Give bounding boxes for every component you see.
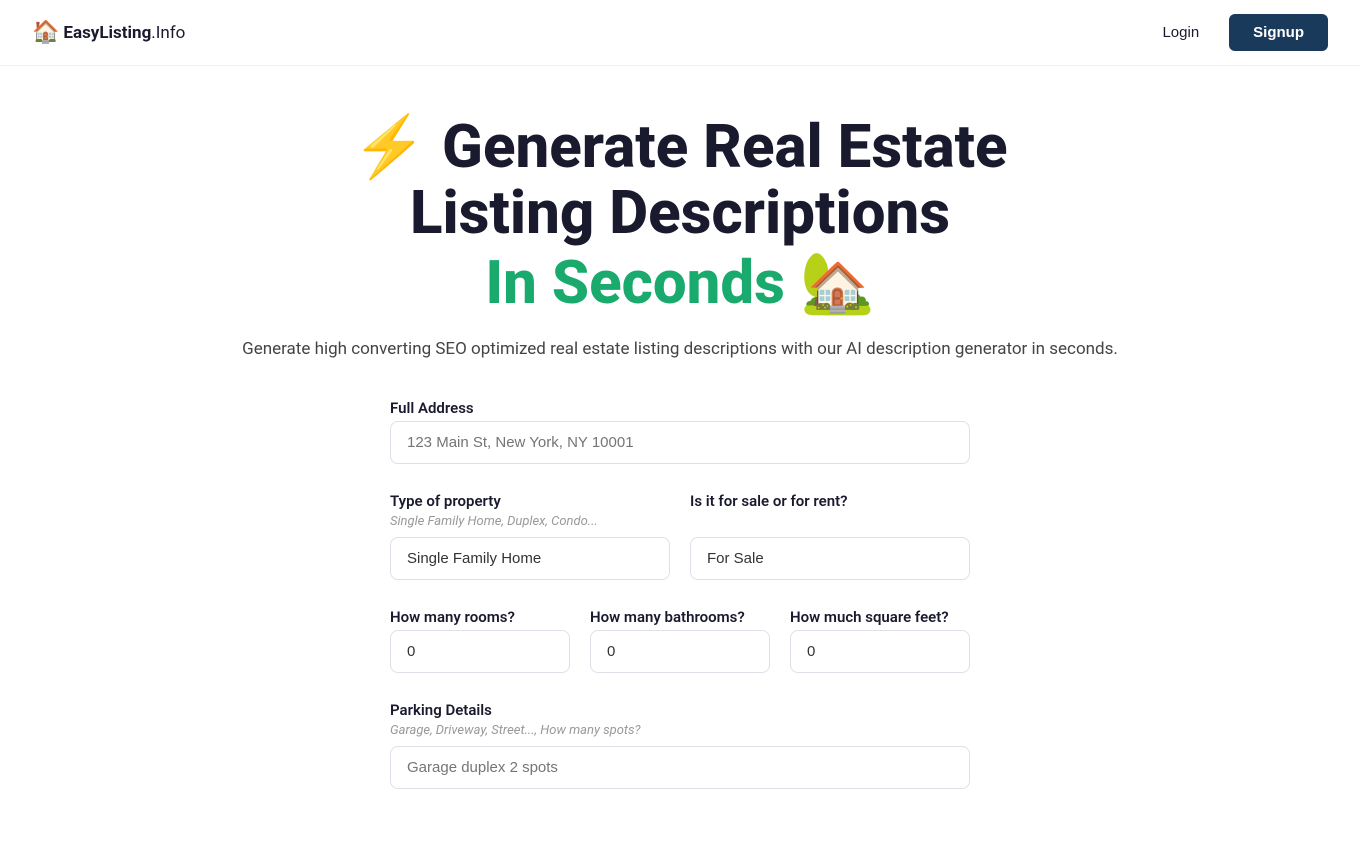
parking-group: Parking Details Garage, Driveway, Street… <box>390 701 970 789</box>
stats-row: How many rooms? How many bathrooms? How … <box>390 608 970 673</box>
rooms-label: How many rooms? <box>390 608 570 626</box>
address-group: Full Address <box>390 399 970 464</box>
address-label: Full Address <box>390 399 970 417</box>
sqft-label: How much square feet? <box>790 608 970 626</box>
sqft-group: How much square feet? <box>790 608 970 673</box>
property-type-hint: Single Family Home, Duplex, Condo... <box>390 514 670 529</box>
property-sale-row: Type of property Single Family Home, Dup… <box>390 492 970 580</box>
hero-title-line2: Listing Descriptions <box>20 180 1340 246</box>
bolt-emoji: ⚡ <box>352 111 427 182</box>
nav-right: Login Signup <box>1148 14 1328 51</box>
logo-emoji: 🏠 <box>32 20 59 45</box>
sale-rent-input[interactable] <box>690 537 970 580</box>
bathrooms-input[interactable] <box>590 630 770 673</box>
property-type-label: Type of property <box>390 492 670 510</box>
hero-title-line3: In Seconds 🏡 <box>20 250 1340 316</box>
login-button[interactable]: Login <box>1148 16 1213 49</box>
hero-title-text1: Generate Real Estate <box>442 111 1008 182</box>
sale-rent-label: Is it for sale or for rent? <box>690 492 970 510</box>
hero-title-block: ⚡ Generate Real Estate Listing Descripti… <box>20 114 1340 316</box>
signup-button[interactable]: Signup <box>1229 14 1328 51</box>
logo-text: EasyListing.Info <box>63 23 185 43</box>
listing-form: Full Address Type of property Single Fam… <box>370 399 990 857</box>
hero-description: Generate high converting SEO optimized r… <box>20 336 1340 363</box>
hero-section: ⚡ Generate Real Estate Listing Descripti… <box>0 66 1360 399</box>
property-type-group: Type of property Single Family Home, Dup… <box>390 492 670 580</box>
parking-hint: Garage, Driveway, Street..., How many sp… <box>390 723 970 738</box>
parking-input[interactable] <box>390 746 970 789</box>
sale-rent-hint <box>690 514 970 529</box>
bathrooms-group: How many bathrooms? <box>590 608 770 673</box>
rooms-group: How many rooms? <box>390 608 570 673</box>
sqft-input[interactable] <box>790 630 970 673</box>
navbar: 🏠 EasyListing.Info Login Signup <box>0 0 1360 66</box>
sale-rent-group: Is it for sale or for rent? <box>690 492 970 580</box>
bathrooms-label: How many bathrooms? <box>590 608 770 626</box>
hero-title-line1: ⚡ Generate Real Estate <box>20 114 1340 180</box>
parking-label: Parking Details <box>390 701 970 719</box>
property-type-input[interactable] <box>390 537 670 580</box>
address-input[interactable] <box>390 421 970 464</box>
logo[interactable]: 🏠 EasyListing.Info <box>32 20 185 45</box>
rooms-input[interactable] <box>390 630 570 673</box>
house-emoji: 🏡 <box>800 247 875 318</box>
